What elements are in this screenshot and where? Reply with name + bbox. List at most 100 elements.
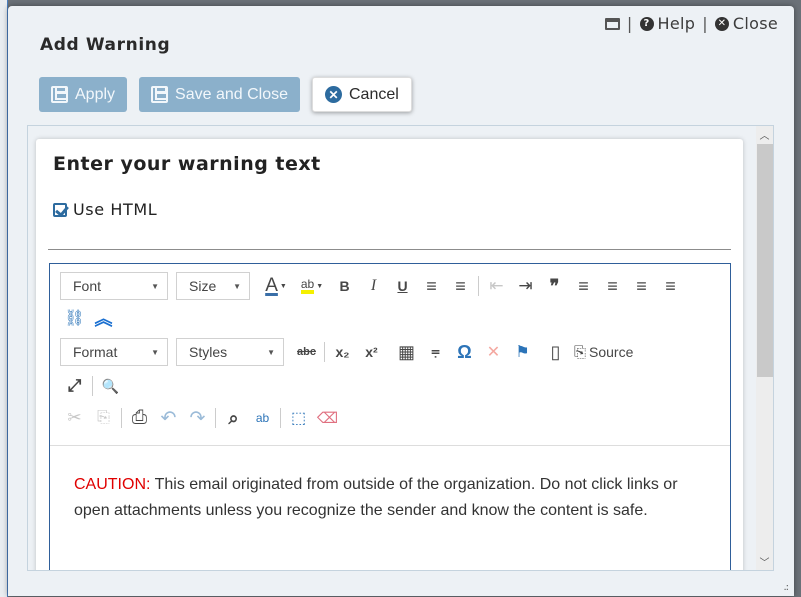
numbered-list-icon: ≡ bbox=[426, 275, 437, 296]
text-color-icon: A bbox=[265, 275, 278, 296]
justify-button[interactable]: ≡ bbox=[656, 272, 685, 300]
justify-icon: ≡ bbox=[665, 275, 676, 296]
remove-format-button[interactable]: ⌫ bbox=[313, 404, 342, 432]
apply-button[interactable]: Apply bbox=[39, 77, 128, 112]
font-select[interactable]: Font ▼ bbox=[60, 272, 168, 300]
styles-select[interactable]: Styles ▼ bbox=[176, 338, 284, 366]
editor-content-area[interactable]: CAUTION: This email originated from outs… bbox=[50, 446, 730, 550]
resize-handle-icon[interactable]: .: bbox=[783, 582, 788, 593]
bulleted-list-button[interactable]: ≡ bbox=[446, 272, 475, 300]
underline-button[interactable]: U bbox=[388, 272, 417, 300]
apply-label: Apply bbox=[75, 85, 116, 103]
iframe-icon: ▯ bbox=[550, 341, 561, 362]
cut-button[interactable]: ✂ bbox=[60, 404, 89, 432]
divider bbox=[48, 249, 731, 250]
strikethrough-button[interactable]: abc bbox=[292, 338, 321, 366]
dialog-title: Add Warning bbox=[40, 35, 171, 55]
select-all-button[interactable]: ⬚ bbox=[284, 404, 313, 432]
divider: | bbox=[702, 14, 708, 33]
warning-text-panel: Enter your warning text Use HTML Font ▼ S… bbox=[36, 139, 743, 570]
close-label: Close bbox=[732, 14, 778, 33]
dialog-header-links: | ? Help | ✕ Close bbox=[604, 14, 778, 33]
anchor-button[interactable]: ⚑ bbox=[508, 338, 537, 366]
binoculars-icon: ⌕ bbox=[228, 407, 239, 428]
scrollbar-thumb[interactable] bbox=[757, 144, 773, 377]
redo-button[interactable]: ↷ bbox=[183, 404, 212, 432]
copy-icon: ⎘ bbox=[97, 409, 110, 426]
divider: | bbox=[626, 14, 633, 33]
help-icon: ? bbox=[639, 16, 654, 31]
format-select-label: Format bbox=[73, 344, 118, 360]
print-button[interactable]: ⎙ bbox=[125, 404, 154, 432]
use-html-label: Use HTML bbox=[73, 200, 158, 219]
link-button[interactable]: ⛓ bbox=[60, 304, 89, 332]
blockquote-button[interactable]: ❞ bbox=[540, 272, 569, 300]
align-center-icon: ≡ bbox=[607, 275, 618, 296]
use-html-checkbox[interactable] bbox=[53, 202, 67, 217]
strikethrough-icon: abc bbox=[297, 346, 316, 358]
toolbar-row: ⛓ ︽ bbox=[60, 302, 720, 334]
maximize-window-icon[interactable] bbox=[604, 17, 620, 30]
italic-button[interactable]: I bbox=[359, 272, 388, 300]
cancel-label: Cancel bbox=[349, 85, 399, 103]
save-icon bbox=[51, 86, 68, 103]
save-icon bbox=[151, 86, 169, 103]
dialog-content-scroll-area: Enter your warning text Use HTML Font ▼ S… bbox=[27, 125, 774, 571]
toolbar-separator bbox=[324, 342, 325, 362]
toolbar-row: ✂ ⎘ ⎙ ↶ ↷ ⌕ ab ⬚ ⌫ bbox=[60, 402, 720, 434]
close-link[interactable]: ✕ Close bbox=[714, 14, 778, 33]
warning-body-text: This email originated from outside of th… bbox=[74, 476, 678, 519]
table-button[interactable]: ▦ bbox=[392, 338, 421, 366]
chevron-down-icon: ▼ bbox=[151, 347, 159, 357]
special-character-button[interactable]: Ω bbox=[450, 338, 479, 366]
align-right-button[interactable]: ≡ bbox=[627, 272, 656, 300]
find-button[interactable]: ⌕ bbox=[219, 404, 248, 432]
align-left-button[interactable]: ≡ bbox=[569, 272, 598, 300]
numbered-list-button[interactable]: ≡ bbox=[417, 272, 446, 300]
undo-button[interactable]: ↶ bbox=[154, 404, 183, 432]
size-select-label: Size bbox=[189, 278, 217, 294]
scroll-up-icon[interactable]: ︿ bbox=[756, 126, 773, 143]
toolbar-separator bbox=[280, 408, 281, 428]
outdent-icon: ⇤ bbox=[489, 276, 504, 295]
source-button[interactable]: ⎘ Source bbox=[570, 338, 637, 366]
iframe-button[interactable]: ▯ bbox=[541, 338, 570, 366]
rich-text-editor: Font ▼ Size ▼ A ▼ ab ▼ B I U ≡ ≡ ⇤ ⇥ ❞ ≡… bbox=[49, 263, 731, 570]
table-icon: ▦ bbox=[397, 341, 415, 362]
indent-button[interactable]: ⇥ bbox=[511, 272, 540, 300]
replace-button[interactable]: ab bbox=[248, 404, 277, 432]
align-left-icon: ≡ bbox=[578, 275, 589, 296]
size-select[interactable]: Size ▼ bbox=[176, 272, 250, 300]
format-select[interactable]: Format ▼ bbox=[60, 338, 168, 366]
outdent-button[interactable]: ⇤ bbox=[482, 272, 511, 300]
chevron-down-icon: ▼ bbox=[151, 281, 159, 291]
toolbar-separator bbox=[121, 408, 122, 428]
panel-title: Enter your warning text bbox=[53, 153, 321, 175]
text-color-button[interactable]: A ▼ bbox=[258, 272, 294, 300]
vertical-scrollbar[interactable]: ︿ ﹀ bbox=[756, 126, 773, 570]
subscript-button[interactable]: x₂ bbox=[328, 338, 357, 366]
superscript-button[interactable]: x² bbox=[357, 338, 386, 366]
caution-label: CAUTION: bbox=[74, 476, 151, 493]
cancel-button[interactable]: ✕ Cancel bbox=[312, 77, 412, 112]
help-link[interactable]: ? Help bbox=[639, 14, 696, 33]
maximize-button[interactable]: ⤢ bbox=[60, 372, 89, 400]
font-select-label: Font bbox=[73, 278, 102, 294]
chevron-down-icon: ▼ bbox=[267, 347, 275, 357]
scroll-down-icon[interactable]: ﹀ bbox=[756, 553, 773, 570]
toolbar-row: ⤢ 🔍 bbox=[60, 370, 720, 402]
copy-button[interactable]: ⎘ bbox=[89, 404, 118, 432]
unlink-button[interactable]: ✕ bbox=[479, 338, 508, 366]
preview-button[interactable]: 🔍 bbox=[96, 372, 125, 400]
background-color-button[interactable]: ab ▼ bbox=[294, 272, 330, 300]
use-html-option[interactable]: Use HTML bbox=[53, 200, 157, 219]
align-center-button[interactable]: ≡ bbox=[598, 272, 627, 300]
horizontal-line-button[interactable]: ⩦ bbox=[421, 338, 450, 366]
save-and-close-button[interactable]: Save and Close bbox=[139, 77, 300, 112]
indent-icon: ⇥ bbox=[518, 276, 533, 295]
toolbar-separator bbox=[215, 408, 216, 428]
bold-button[interactable]: B bbox=[330, 272, 359, 300]
action-buttons: Apply Save and Close ✕ Cancel bbox=[39, 77, 412, 112]
toolbar-separator bbox=[92, 376, 93, 396]
collapse-toolbar-button[interactable]: ︽ bbox=[89, 304, 118, 332]
